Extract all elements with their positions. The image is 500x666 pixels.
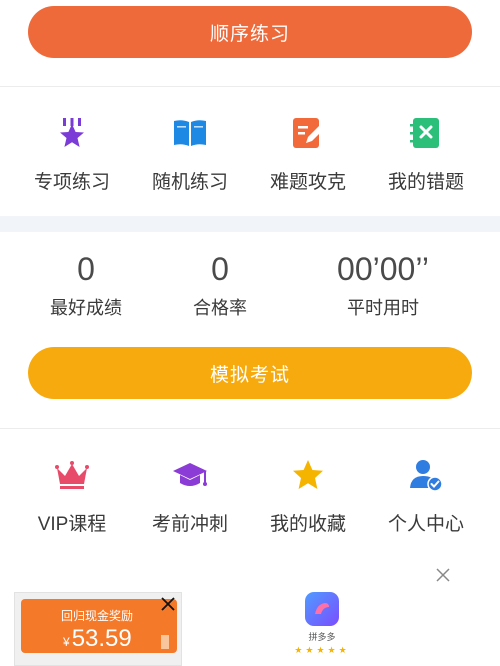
menu-item-vip-course[interactable]: VIP课程 xyxy=(13,453,131,536)
pass-rate-label: 合格率 xyxy=(193,298,247,318)
app-logo-icon xyxy=(305,592,339,626)
menu-label: VIP课程 xyxy=(37,514,107,535)
menu-item-hard-questions[interactable]: 难题攻克 xyxy=(249,111,367,194)
mock-exam-button[interactable]: 模拟考试 xyxy=(28,347,472,399)
promo-amount: ¥53.59 xyxy=(63,625,132,653)
close-ad-icon[interactable] xyxy=(434,566,452,584)
menu-label: 难题攻克 xyxy=(269,172,346,193)
menu-label: 考前冲刺 xyxy=(151,514,228,535)
average-time-stat: 00’00’’ 平时用时 xyxy=(308,250,458,320)
best-score-value: 0 xyxy=(77,251,95,287)
menu-label: 我的收藏 xyxy=(269,514,346,535)
section-separator xyxy=(0,216,500,232)
feature-menu: VIP课程 考前冲刺 我的收藏 个人中心 xyxy=(0,453,500,536)
graduation-cap-icon xyxy=(173,463,207,486)
menu-label: 我的错题 xyxy=(387,172,464,193)
promo-decoration xyxy=(161,635,169,649)
crown-icon xyxy=(55,461,89,489)
average-time-label: 平时用时 xyxy=(347,298,419,318)
menu-label: 专项练习 xyxy=(33,172,110,193)
edit-pencil-icon xyxy=(293,118,324,148)
menu-item-my-mistakes[interactable]: 我的错题 xyxy=(367,111,485,194)
pass-rate-value: 0 xyxy=(211,251,229,287)
promo-ad[interactable]: 回归现金奖励 ¥53.59 xyxy=(14,592,182,666)
menu-item-exam-sprint[interactable]: 考前冲刺 xyxy=(131,453,249,536)
promo-title: 回归现金奖励 xyxy=(61,609,134,623)
app-name: 拼多多 xyxy=(308,632,336,642)
app-ad[interactable]: 拼多多 ★★★★★ xyxy=(294,592,347,656)
best-score-stat: 0 最好成绩 xyxy=(36,250,136,320)
order-practice-button[interactable]: 顺序练习 xyxy=(28,6,472,58)
menu-item-personal-center[interactable]: 个人中心 xyxy=(367,453,485,536)
average-time-value: 00’00’’ xyxy=(337,251,429,287)
menu-item-random-practice[interactable]: 随机练习 xyxy=(131,111,249,194)
menu-label: 个人中心 xyxy=(387,514,464,535)
star-icon xyxy=(293,460,323,489)
practice-menu: 专项练习 随机练习 难题攻克 我的错题 xyxy=(0,111,500,194)
wrong-notebook-icon xyxy=(410,118,439,148)
currency-symbol: ¥ xyxy=(63,635,70,649)
menu-label: 随机练习 xyxy=(151,172,228,193)
star-badge-icon xyxy=(60,118,84,147)
divider xyxy=(0,86,500,87)
app-rating: ★★★★★ xyxy=(294,645,350,655)
menu-item-special-practice[interactable]: 专项练习 xyxy=(13,111,131,194)
close-promo-icon[interactable] xyxy=(160,596,176,612)
user-check-icon xyxy=(410,460,443,492)
divider xyxy=(0,428,500,429)
amount-value: 53.59 xyxy=(71,625,132,652)
cash-reward-card[interactable]: 回归现金奖励 ¥53.59 xyxy=(21,599,177,653)
pass-rate-stat: 0 合格率 xyxy=(170,250,270,320)
stats-panel: 0 最好成绩 0 合格率 00’00’’ 平时用时 xyxy=(0,250,500,320)
menu-item-my-favorites[interactable]: 我的收藏 xyxy=(249,453,367,536)
best-score-label: 最好成绩 xyxy=(50,298,122,318)
open-book-icon xyxy=(174,120,206,146)
